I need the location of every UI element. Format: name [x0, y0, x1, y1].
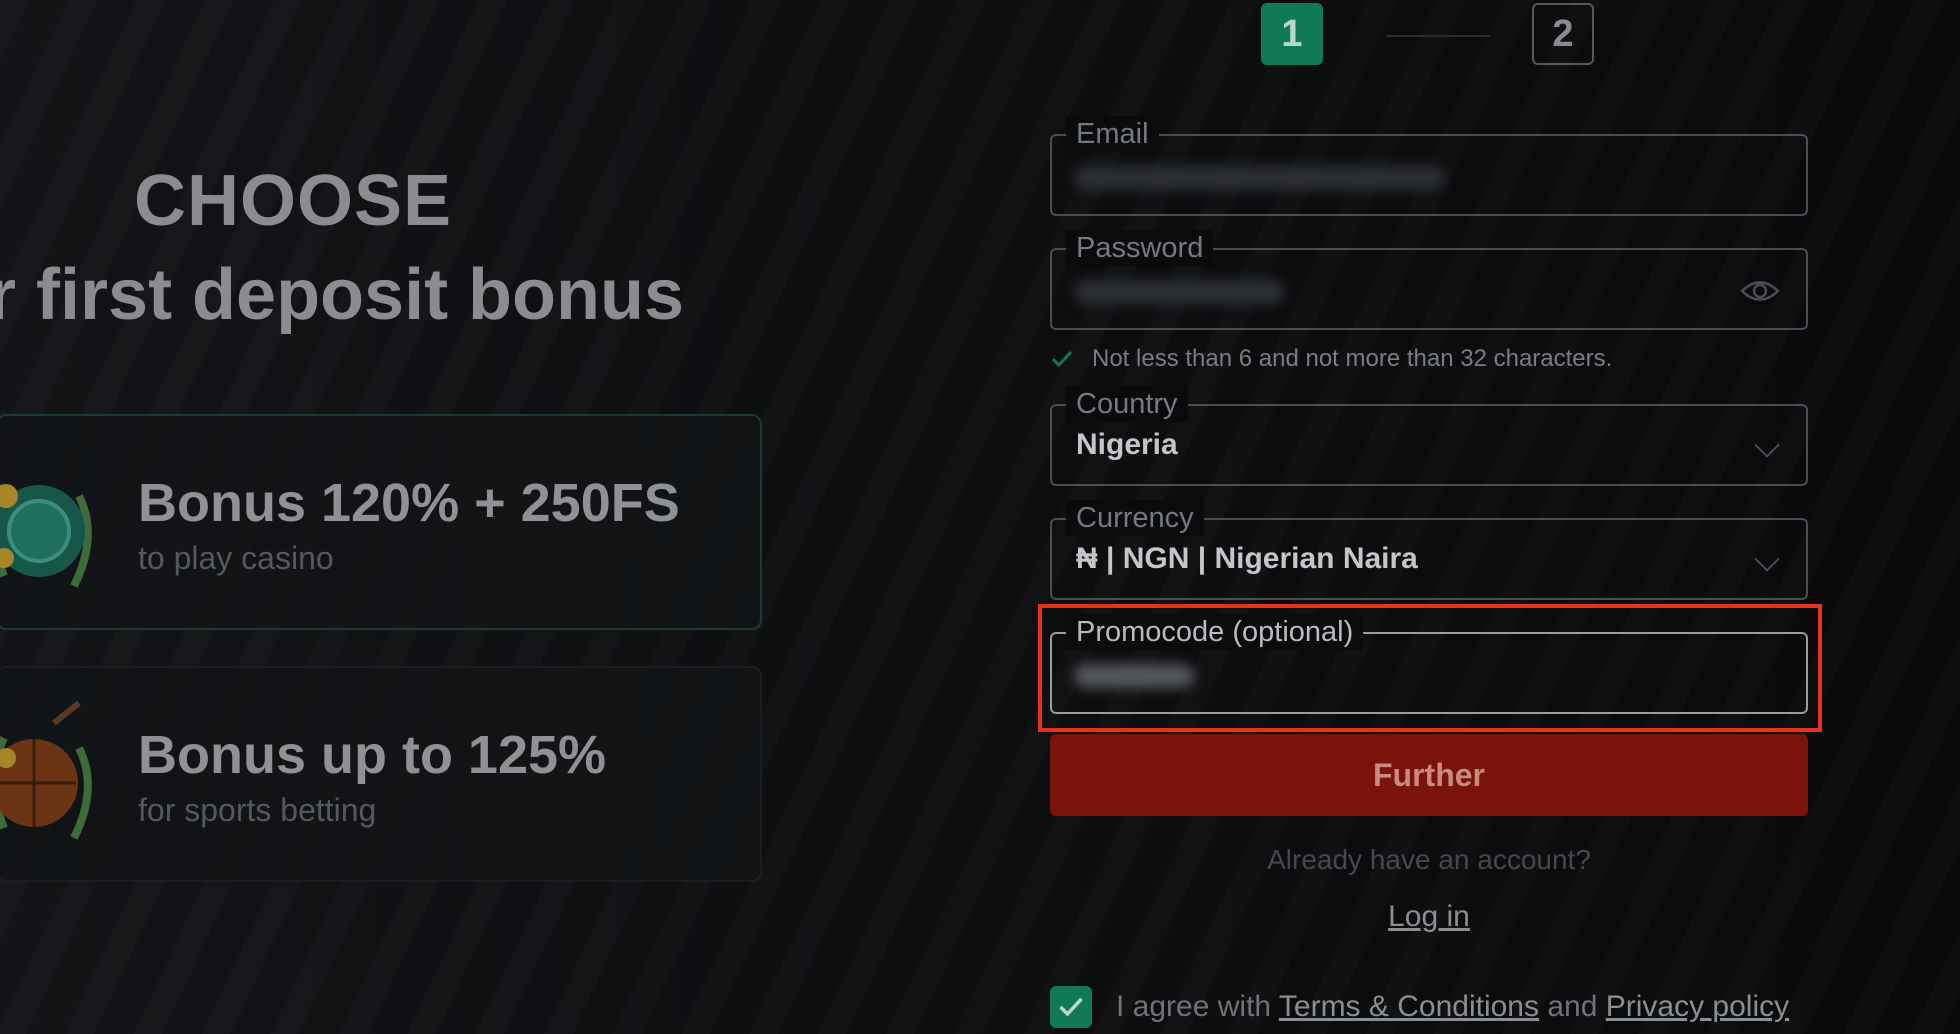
- agree-and: and: [1547, 990, 1598, 1023]
- already-have-account-text: Already have an account?: [1267, 844, 1591, 875]
- email-label: Email: [1066, 116, 1159, 152]
- password-value-blurred: [1074, 280, 1284, 304]
- basketball-icon: [0, 700, 92, 840]
- password-hint: Not less than 6 and not more than 32 cha…: [1050, 344, 1612, 374]
- further-button[interactable]: Further: [1050, 734, 1808, 816]
- step-connector: [1386, 35, 1490, 37]
- eye-icon[interactable]: [1740, 276, 1780, 306]
- country-select[interactable]: Country Nigeria: [1050, 386, 1808, 486]
- agree-checkbox[interactable]: [1050, 986, 1092, 1028]
- promocode-label: Promocode (optional): [1066, 614, 1364, 650]
- step-1-indicator: 1: [1261, 3, 1323, 65]
- terms-agreement: I agree with Terms & Conditions and Priv…: [1050, 986, 1789, 1028]
- password-field[interactable]: Password: [1050, 230, 1808, 330]
- sports-bonus-title: Bonus up to 125%: [138, 725, 607, 785]
- password-label: Password: [1066, 230, 1214, 266]
- chevron-down-icon: [1754, 546, 1780, 572]
- chevron-down-icon: [1754, 432, 1780, 458]
- sports-bonus-subtitle: for sports betting: [138, 792, 377, 828]
- currency-select[interactable]: Currency ₦ | NGN | Nigerian Naira: [1050, 500, 1808, 600]
- email-value-blurred: [1074, 166, 1444, 190]
- agree-prefix: I agree with: [1116, 990, 1272, 1023]
- email-field[interactable]: Email: [1050, 116, 1808, 216]
- sports-bonus-card[interactable]: Bonus up to 125% for sports betting: [0, 666, 762, 882]
- country-value: Nigeria: [1076, 428, 1178, 461]
- casino-bonus-subtitle: to play casino: [138, 540, 334, 576]
- login-link[interactable]: Log in: [1050, 900, 1808, 934]
- promocode-value-blurred: [1074, 664, 1194, 688]
- promo-heading-line1: CHOOSE: [134, 161, 453, 241]
- check-icon: [1051, 350, 1073, 368]
- promo-heading-line2: r first deposit bonus: [0, 255, 685, 335]
- check-icon: [1059, 997, 1083, 1017]
- currency-value: ₦ | NGN | Nigerian Naira: [1076, 542, 1418, 575]
- promocode-field[interactable]: Promocode (optional): [1050, 614, 1808, 714]
- privacy-link[interactable]: Privacy policy: [1606, 990, 1789, 1023]
- casino-chip-icon: [0, 484, 92, 588]
- password-hint-text: Not less than 6 and not more than 32 cha…: [1092, 345, 1613, 372]
- country-label: Country: [1066, 386, 1188, 422]
- casino-bonus-card[interactable]: Bonus 120% + 250FS to play casino: [0, 414, 762, 630]
- agree-text: I agree with Terms & Conditions and Priv…: [1116, 990, 1789, 1024]
- casino-bonus-title: Bonus 120% + 250FS: [138, 473, 680, 533]
- step-2-indicator: 2: [1532, 3, 1594, 65]
- terms-link[interactable]: Terms & Conditions: [1279, 990, 1539, 1023]
- currency-label: Currency: [1066, 500, 1204, 536]
